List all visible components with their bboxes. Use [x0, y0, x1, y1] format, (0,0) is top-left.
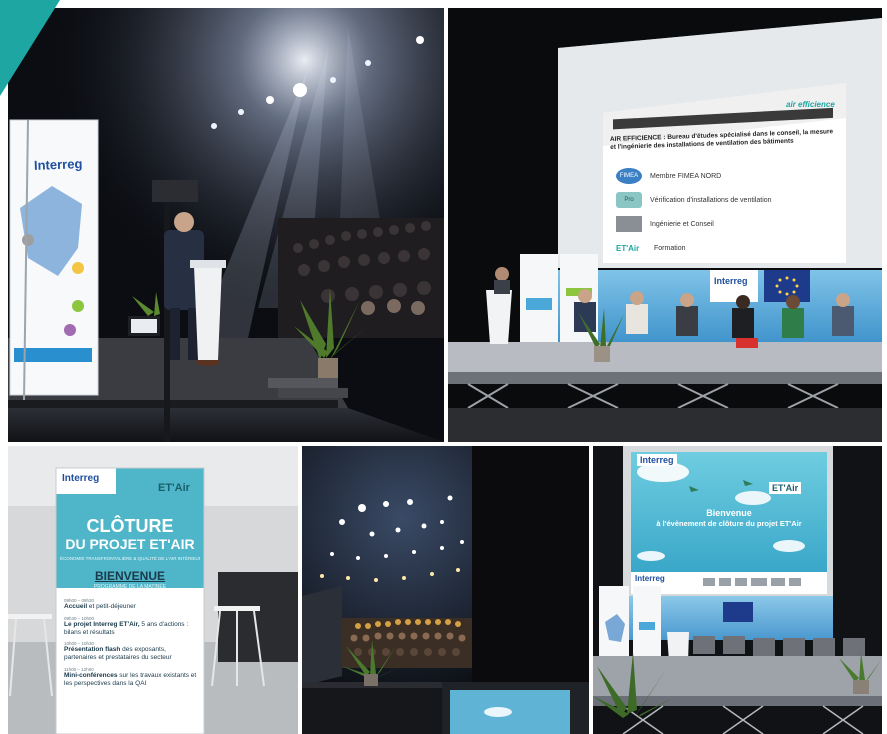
photo-programme-banner: Interreg ET'Air CLÔTURE DU PROJET ET'AIR…: [8, 446, 298, 734]
programme-item: 10h00 – 10h30 Présentation flash des exp…: [64, 641, 200, 662]
programme-bold: Le projet Interreg ET'Air,: [64, 620, 140, 628]
slide-item-label: Formation: [654, 244, 686, 252]
banner-etair-logo: ET'Air: [158, 482, 190, 494]
slide-item: FIMEA Membre FIMEA NORD: [616, 164, 836, 188]
programme-item: 09h00 – 09h30 Accueil et petit-déjeuner: [64, 598, 200, 611]
banner-title-line1: CLÔTURE: [86, 516, 174, 536]
slide-brand: air efficience: [786, 100, 835, 109]
banner-programme-label: PROGRAMME DE LA MATINÉE: [93, 584, 167, 590]
banner-interreg-logo: Interreg: [33, 156, 83, 173]
programme-item: 11h00 – 12h00 Mini-conférences sur les t…: [64, 667, 200, 688]
programme-bold: Présentation flash: [64, 646, 121, 654]
banner-bienvenue: BIENVENUE: [94, 569, 165, 583]
programme-rest: et petit-déjeuner: [87, 603, 136, 610]
welcome-line1: Bienvenue: [706, 508, 752, 518]
screen-interreg-logo: Interreg: [637, 454, 677, 467]
slide-item-label: Membre FIMEA NORD: [650, 172, 722, 180]
etair-logo-icon: ET'Air: [616, 243, 640, 253]
teal-corner-accent: [0, 0, 60, 96]
programme-list: 09h00 – 09h30 Accueil et petit-déjeuner …: [64, 598, 200, 693]
promevent-logo-icon: Pro: [616, 192, 642, 208]
slide-item-label: Ingénierie et Conseil: [650, 220, 714, 228]
photo-welcome-stage: Interreg ET'Air Bienvenue à l'évènement …: [593, 446, 882, 734]
stage-interreg-logo: Interreg: [714, 276, 748, 286]
photo-panel-discussion: air efficience AIR EFFICIENCE : Bureau d…: [448, 8, 882, 442]
engineering-photo-icon: [616, 216, 642, 232]
slide-item: Ingénierie et Conseil: [616, 212, 836, 236]
auditorium-scene: [302, 446, 589, 734]
photo-speaker-stage: Interreg: [8, 8, 444, 442]
screen-etair-logo: ET'Air: [769, 482, 802, 495]
welcome-line2: à l'évènement de clôture du projet ET'Ai…: [656, 519, 802, 528]
banner-interreg-logo: Interreg: [62, 473, 100, 484]
slide-item: Pro Vérification d'installations de vent…: [616, 188, 836, 212]
slide-item-label: Vérification d'installations de ventilat…: [650, 196, 772, 204]
slide-item: ET'Air Formation: [616, 236, 836, 260]
programme-item: 09h30 – 10h00 Le projet Interreg ET'Air,…: [64, 616, 200, 637]
programme-bold: Accueil: [64, 603, 88, 610]
banner-title-line2: DU PROJET ET'AIR: [65, 536, 195, 552]
backdrop-interreg-logo: Interreg: [635, 574, 665, 583]
fimea-logo-icon: FIMEA: [616, 168, 642, 184]
programme-bold: Mini-conférences: [64, 671, 118, 679]
welcome-stage-scene: [593, 446, 882, 734]
speaker-stage-scene: [8, 8, 444, 442]
slide-item-list: FIMEA Membre FIMEA NORD Pro Vérification…: [616, 164, 836, 260]
photo-auditorium: [302, 446, 589, 734]
banner-subtitle: ÉCONOMIE TRANSFRONTALIÈRE & QUALITÉ DE L…: [60, 556, 200, 561]
